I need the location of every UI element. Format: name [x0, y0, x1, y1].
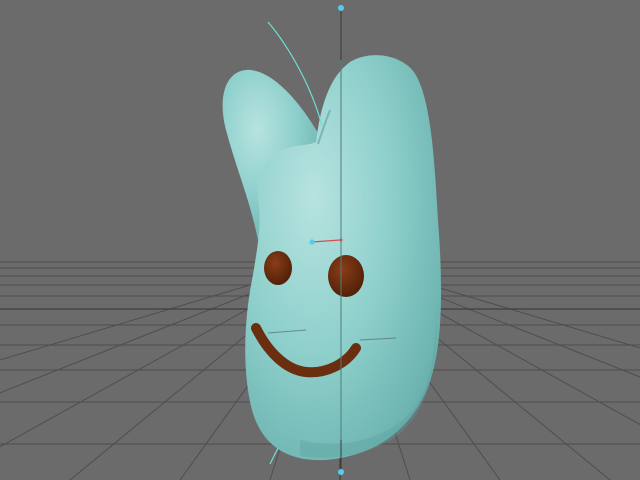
top-handle[interactable]	[338, 5, 344, 11]
rabbit-head-mesh[interactable]	[222, 55, 442, 461]
rotate-arc-tail[interactable]	[269, 447, 279, 465]
3d-viewport[interactable]	[0, 0, 640, 480]
bottom-handle[interactable]	[338, 469, 344, 475]
viewport-canvas[interactable]	[0, 0, 640, 480]
right-eye[interactable]	[328, 255, 364, 297]
left-eye[interactable]	[264, 251, 292, 285]
